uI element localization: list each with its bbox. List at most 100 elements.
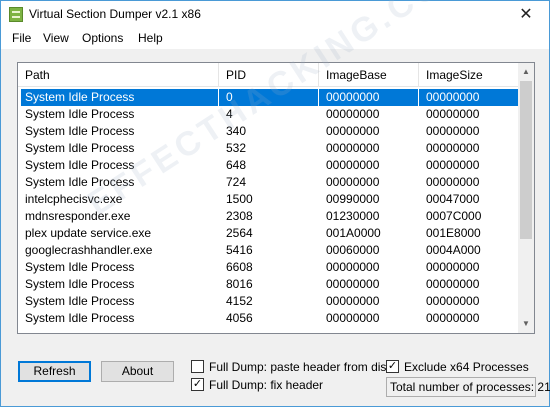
cell-path: System Idle Process [25,260,135,274]
close-icon: ✕ [519,6,533,23]
cell-path: intelcphecisvc.exe [25,192,123,206]
table-row[interactable]: System Idle Process 532 00000000 00000000 [18,140,518,157]
cell-imagebase: 00000000 [326,158,380,172]
cell-imagesize: 00000000 [426,141,480,155]
about-button[interactable]: About [101,361,174,382]
process-count-status: Total number of processes: 21 [386,377,550,397]
cell-pid: 4056 [226,311,253,325]
cell-imagebase: 00000000 [326,175,380,189]
cell-path: mdnsresponder.exe [25,209,131,223]
cell-pid: 2308 [226,209,253,223]
checkbox-full-dump-paste-header[interactable] [191,360,204,373]
table-row[interactable]: System Idle Process 8016 00000000 00000000 [18,276,518,293]
cell-path: System Idle Process [25,294,135,308]
option-label: Full Dump: fix header [209,378,324,392]
cell-imagesize: 00000000 [426,260,480,274]
cell-pid: 4 [226,107,233,121]
cell-path: System Idle Process [25,158,135,172]
cell-pid: 0 [219,89,318,106]
option-full-dump-fix-header[interactable]: ✓ Full Dump: fix header [191,377,376,393]
cell-imagesize: 0004A000 [426,243,481,257]
cell-path: System Idle Process [25,277,135,291]
menu-file[interactable]: File [10,31,33,45]
cell-imagebase: 00000000 [326,141,380,155]
cell-pid: 1500 [226,192,253,206]
cell-path: googlecrashhandler.exe [25,243,153,257]
option-full-dump-paste-header[interactable]: Full Dump: paste header from disk [191,359,392,375]
table-row[interactable]: intelcphecisvc.exe 1500 00990000 00047000 [18,191,518,208]
cell-path: plex update service.exe [25,226,152,240]
column-header-pid[interactable]: PID [219,63,319,87]
table-row[interactable]: System Idle Process 724 00000000 00000000 [18,174,518,191]
table-row[interactable]: System Idle Process 0 00000000 00000000 [18,89,518,106]
cell-imagesize: 00000000 [426,175,480,189]
cell-imagebase: 01230000 [326,209,380,223]
checkbox-exclude-x64[interactable]: ✓ [386,360,399,373]
cell-pid: 2564 [226,226,253,240]
cell-imagesize: 00000000 [426,311,480,325]
option-label: Full Dump: paste header from disk [209,360,393,374]
cell-imagesize: 00000000 [419,89,518,106]
table-row[interactable]: System Idle Process 648 00000000 00000000 [18,157,518,174]
vertical-scrollbar[interactable]: ▲ ▼ [518,63,534,333]
scroll-down-icon[interactable]: ▼ [518,316,534,332]
cell-imagesize: 00000000 [426,294,480,308]
cell-path: System Idle Process [25,311,135,325]
cell-imagebase: 00000000 [326,260,380,274]
process-list[interactable]: Path PID ImageBase ImageSize System Idle… [17,62,535,334]
cell-imagebase: 00000000 [326,107,380,121]
cell-path: System Idle Process [25,141,135,155]
cell-pid: 4152 [226,294,253,308]
table-row[interactable]: googlecrashhandler.exe 5416 00060000 0004A0… [18,242,518,259]
main-window: Virtual Section Dumper v2.1 x86 ✕ File V… [0,0,550,407]
table-row[interactable]: System Idle Process 4152 00000000 00000000 [18,293,518,310]
cell-imagebase: 00060000 [326,243,380,257]
table-row[interactable]: System Idle Process 4 00000000 00000000 [18,106,518,123]
list-rows: System Idle Process 0 00000000 00000000 Syst… [18,89,518,333]
cell-pid: 648 [226,158,247,172]
title-bar: Virtual Section Dumper v2.1 x86 ✕ [1,1,549,29]
table-row[interactable]: plex update service.exe 2564 001A0000 001E8… [18,225,518,242]
option-label: Exclude x64 Processes [404,360,529,374]
column-header-path[interactable]: Path [18,63,219,87]
checkbox-full-dump-fix-header[interactable]: ✓ [191,378,204,391]
cell-imagebase: 00000000 [319,89,418,106]
window-title: Virtual Section Dumper v2.1 x86 [29,7,201,21]
refresh-button[interactable]: Refresh [18,361,91,382]
cell-path: System Idle Process [25,124,135,138]
cell-imagesize: 00000000 [426,107,480,121]
list-header: Path PID ImageBase ImageSize [18,63,534,87]
cell-imagesize: 00000000 [426,277,480,291]
cell-pid: 532 [226,141,247,155]
cell-imagesize: 00047000 [426,192,480,206]
cell-imagesize: 001E8000 [426,226,481,240]
column-header-imagebase[interactable]: ImageBase [319,63,419,87]
cell-imagesize: 00000000 [426,124,480,138]
menu-view[interactable]: View [41,31,71,45]
scroll-up-icon[interactable]: ▲ [518,64,534,80]
cell-imagebase: 001A0000 [326,226,381,240]
menu-bar: File View Options Help [1,29,549,49]
table-row[interactable]: System Idle Process 6608 00000000 00000000 [18,259,518,276]
table-row[interactable]: System Idle Process 4056 00000000 00000000 [18,310,518,327]
cell-imagebase: 00000000 [326,124,380,138]
option-exclude-x64[interactable]: ✓ Exclude x64 Processes [386,359,541,375]
cell-imagesize: 0007C000 [426,209,482,223]
menu-help[interactable]: Help [136,31,165,45]
app-icon [9,7,23,22]
cell-imagesize: 00000000 [426,158,480,172]
cell-imagebase: 00000000 [326,277,380,291]
cell-pid: 6608 [226,260,253,274]
cell-path: System Idle Process [25,107,135,121]
cell-pid: 5416 [226,243,253,257]
close-button[interactable]: ✕ [503,1,549,29]
table-row[interactable]: mdnsresponder.exe 2308 01230000 0007C000 [18,208,518,225]
menu-options[interactable]: Options [80,31,125,45]
cell-pid: 340 [226,124,247,138]
cell-imagebase: 00000000 [326,311,380,325]
scroll-thumb[interactable] [520,81,532,239]
column-header-imagesize[interactable]: ImageSize [419,63,519,87]
cell-pid: 8016 [226,277,253,291]
table-row[interactable]: System Idle Process 340 00000000 00000000 [18,123,518,140]
cell-imagebase: 00990000 [326,192,380,206]
